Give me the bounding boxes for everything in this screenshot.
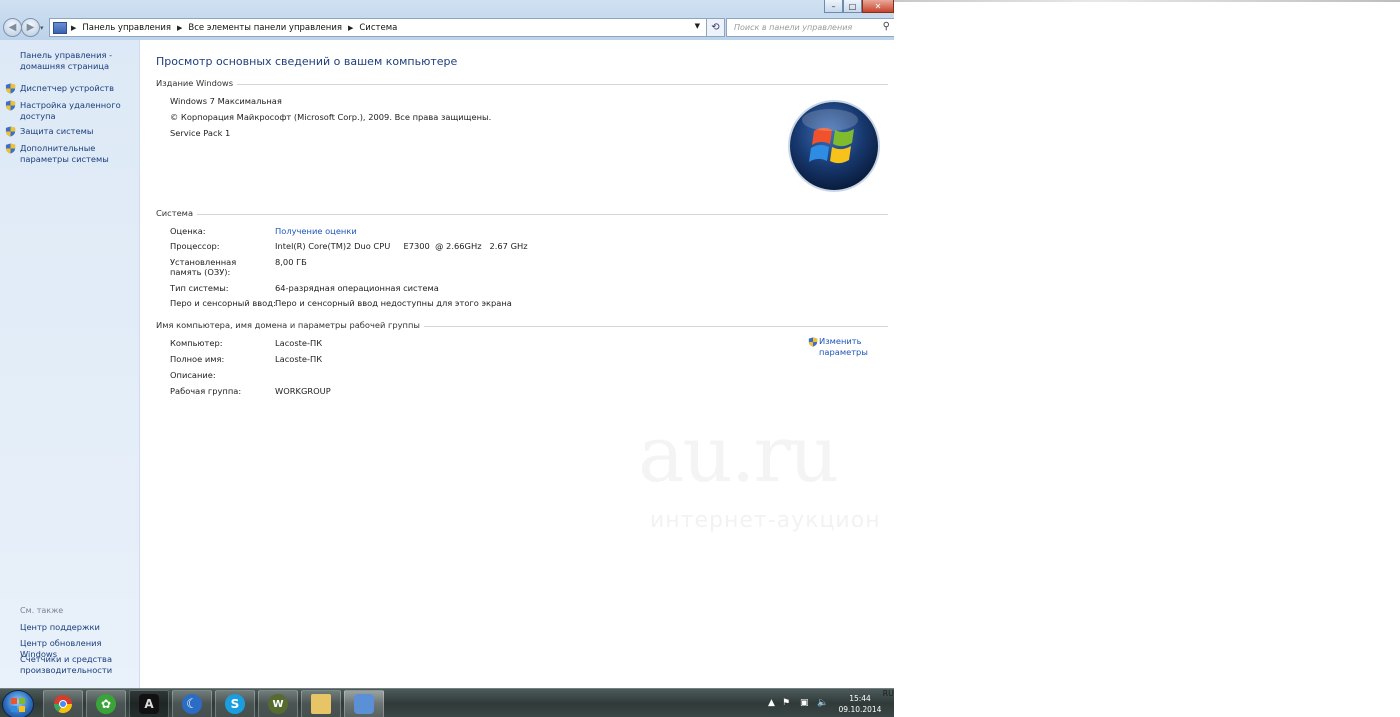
- computer-name-label: Компьютер:: [170, 338, 223, 348]
- action-center-link[interactable]: Центр поддержки: [20, 622, 137, 633]
- taskbar-icq[interactable]: ✿: [86, 690, 126, 717]
- empty-area: [894, 0, 1400, 717]
- breadcrumb-system[interactable]: Система: [359, 23, 397, 33]
- divider: [156, 214, 888, 215]
- system-window: – □ ✕ ◀ ▶ ▾ ▶ Панель управления ▶ Все эл…: [0, 0, 894, 717]
- minimize-button[interactable]: –: [824, 0, 843, 13]
- control-panel-icon: [53, 21, 67, 34]
- search-input[interactable]: [732, 22, 876, 33]
- breadcrumb-all-items[interactable]: Все элементы панели управления: [188, 23, 342, 33]
- taskbar-world-of-tanks[interactable]: W: [258, 690, 298, 717]
- taskbar-control-panel[interactable]: [344, 690, 384, 717]
- processor-value: Intel(R) Core(TM)2 Duo CPU E7300 @ 2.66G…: [275, 241, 528, 251]
- advanced-system-settings-link[interactable]: Дополнительные параметры системы: [20, 143, 137, 164]
- language-indicator[interactable]: RU: [883, 689, 894, 717]
- system-type-value: 64-разрядная операционная система: [275, 283, 439, 293]
- icq-icon: ✿: [96, 694, 116, 714]
- search-box[interactable]: ⚲: [726, 18, 894, 37]
- address-bar[interactable]: ▶ Панель управления ▶ Все элементы панел…: [49, 18, 707, 37]
- shield-icon: [5, 83, 16, 94]
- windows-logo: [788, 100, 880, 192]
- clock-time: 15:44: [849, 694, 871, 703]
- shield-icon: [5, 126, 16, 137]
- see-also-header: См. также: [20, 606, 64, 615]
- performance-tools-link[interactable]: Счетчики и средства производительности: [20, 654, 137, 675]
- pen-touch-value: Перо и сенсорный ввод недоступны для это…: [275, 298, 512, 308]
- breadcrumb-control-panel[interactable]: Панель управления: [82, 23, 171, 33]
- full-name-value: Lacoste-ПК: [275, 354, 323, 364]
- remote-settings-link[interactable]: Настройка удаленного доступа: [20, 100, 137, 121]
- chrome-icon: [54, 695, 72, 714]
- ram-label: Установленная память (ОЗУ):: [170, 257, 237, 277]
- taskbar-skype[interactable]: S: [215, 690, 255, 717]
- taskbar-chrome[interactable]: [43, 690, 83, 717]
- action-center-flag-icon[interactable]: ⚑: [782, 698, 790, 708]
- a-app-icon: A: [139, 694, 159, 714]
- cloud-app-icon: ☾: [182, 694, 202, 714]
- copyright-text: © Корпорация Майкрософт (Microsoft Corp.…: [170, 112, 492, 122]
- computer-name-section: Имя компьютера, имя домена и параметры р…: [156, 320, 888, 332]
- refresh-button[interactable]: ⟲: [706, 18, 725, 37]
- taskbar: ✿ A ☾ S W RU ▲ ⚑ ▣ 🔈 15:44 09.10.2014: [0, 688, 894, 717]
- left-pane: Панель управления - домашняя страница Ди…: [0, 40, 140, 688]
- change-settings-link[interactable]: Изменить параметры: [819, 336, 889, 357]
- service-pack-text: Service Pack 1: [170, 128, 231, 138]
- skype-icon: S: [225, 694, 245, 714]
- control-panel-icon: [354, 694, 374, 714]
- clock-date: 09.10.2014: [838, 705, 882, 714]
- ram-value: 8,00 ГБ: [275, 257, 307, 267]
- explorer-folder-icon: [311, 694, 331, 714]
- shield-icon: [808, 337, 818, 347]
- shield-icon: [5, 143, 16, 154]
- desktop-strip: [894, 0, 1400, 2]
- section-header: Система: [156, 208, 198, 218]
- world-of-tanks-icon: W: [268, 694, 288, 714]
- full-name-label: Полное имя:: [170, 354, 225, 364]
- divider: [156, 84, 888, 85]
- taskbar-explorer[interactable]: [301, 690, 341, 717]
- rating-link[interactable]: Получение оценки: [275, 226, 357, 236]
- section-header: Имя компьютера, имя домена и параметры р…: [156, 320, 424, 330]
- start-button[interactable]: [2, 690, 34, 717]
- close-button[interactable]: ✕: [862, 0, 894, 13]
- windows-flag-icon: [11, 697, 25, 712]
- description-label: Описание:: [170, 370, 216, 380]
- control-panel-home-link[interactable]: Панель управления - домашняя страница: [20, 50, 137, 71]
- section-header: Издание Windows: [156, 78, 238, 88]
- shield-icon: [5, 100, 16, 111]
- chevron-right-icon[interactable]: ▶: [177, 24, 182, 32]
- show-hidden-icons-icon[interactable]: ▲: [768, 698, 775, 708]
- chevron-right-icon[interactable]: ▶: [348, 24, 353, 32]
- volume-icon[interactable]: 🔈: [817, 698, 828, 708]
- title-bar: – □ ✕ ◀ ▶ ▾ ▶ Панель управления ▶ Все эл…: [0, 0, 894, 40]
- system-type-label: Тип системы:: [170, 283, 229, 293]
- system-protection-link[interactable]: Защита системы: [20, 126, 137, 137]
- clock[interactable]: 15:44 09.10.2014: [836, 693, 884, 715]
- main-content: Просмотр основных сведений о вашем компь…: [140, 40, 894, 688]
- address-dropdown-icon[interactable]: ▼: [695, 22, 700, 30]
- taskbar-a-app[interactable]: A: [129, 690, 169, 717]
- recent-pages-dropdown-icon[interactable]: ▾: [40, 24, 44, 32]
- device-manager-link[interactable]: Диспетчер устройств: [20, 83, 137, 94]
- windows-edition-section: Издание Windows: [156, 78, 888, 90]
- processor-label: Процессор:: [170, 241, 220, 251]
- chevron-right-icon[interactable]: ▶: [71, 24, 76, 32]
- taskbar-cloud-app[interactable]: ☾: [172, 690, 212, 717]
- search-icon[interactable]: ⚲: [883, 21, 890, 32]
- network-icon[interactable]: ▣: [800, 698, 809, 708]
- workgroup-value: WORKGROUP: [275, 386, 331, 396]
- window-controls: – □ ✕: [824, 0, 894, 13]
- page-title: Просмотр основных сведений о вашем компь…: [156, 55, 458, 68]
- windows-edition-name: Windows 7 Максимальная: [170, 96, 282, 106]
- back-button[interactable]: ◀: [3, 18, 22, 37]
- computer-name-value: Lacoste-ПК: [275, 338, 323, 348]
- forward-button[interactable]: ▶: [21, 18, 40, 37]
- workgroup-label: Рабочая группа:: [170, 386, 242, 396]
- maximize-button[interactable]: □: [843, 0, 862, 13]
- pen-touch-label: Перо и сенсорный ввод:: [170, 298, 276, 308]
- system-section: Система: [156, 208, 888, 220]
- rating-label: Оценка:: [170, 226, 206, 236]
